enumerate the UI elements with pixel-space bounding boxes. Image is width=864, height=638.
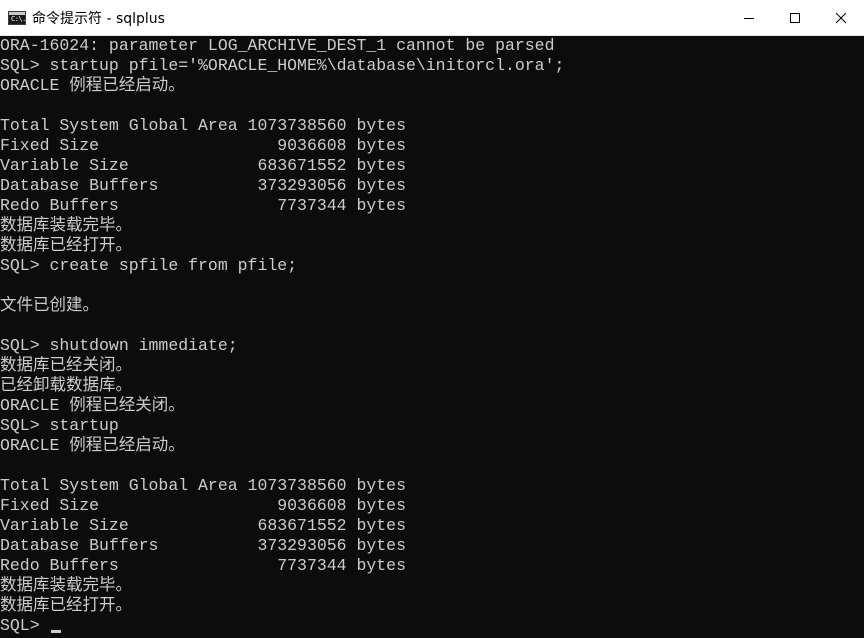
maximize-button[interactable] bbox=[772, 0, 818, 36]
console-line: ORACLE 例程已经启动。 bbox=[0, 76, 185, 95]
maximize-icon bbox=[790, 13, 800, 23]
console-line: ORA-16024: parameter LOG_ARCHIVE_DEST_1 … bbox=[0, 36, 555, 55]
console-line: ORACLE 例程已经启动。 bbox=[0, 436, 185, 455]
close-icon bbox=[835, 12, 847, 24]
text-cursor bbox=[50, 630, 61, 633]
console-prompt: SQL> bbox=[0, 616, 50, 635]
console-window: C:\. 命令提示符 - sqlplus ORA-16024: paramete… bbox=[0, 0, 864, 638]
console-line: Database Buffers 373293056 bytes bbox=[0, 176, 406, 195]
console-line: SQL> shutdown immediate; bbox=[0, 336, 238, 355]
console-output[interactable]: ORA-16024: parameter LOG_ARCHIVE_DEST_1 … bbox=[0, 36, 864, 638]
close-button[interactable] bbox=[818, 0, 864, 36]
console-line: 数据库已经关闭。 bbox=[0, 356, 132, 375]
minimize-icon bbox=[744, 18, 754, 19]
console-line: 数据库装载完毕。 bbox=[0, 216, 132, 235]
command-prompt-icon[interactable]: C:\. bbox=[8, 10, 26, 25]
console-line: 数据库已经打开。 bbox=[0, 596, 132, 615]
console-line: 已经卸载数据库。 bbox=[0, 376, 132, 395]
console-line: Database Buffers 373293056 bytes bbox=[0, 536, 406, 555]
console-line: Fixed Size 9036608 bytes bbox=[0, 136, 406, 155]
console-line: SQL> create spfile from pfile; bbox=[0, 256, 298, 275]
console-line: Total System Global Area 1073738560 byte… bbox=[0, 476, 406, 495]
console-line: Redo Buffers 7737344 bytes bbox=[0, 196, 406, 215]
console-prompt-line[interactable]: SQL> bbox=[0, 616, 864, 636]
console-line: Variable Size 683671552 bytes bbox=[0, 156, 406, 175]
command-prompt-icon-label: C:\. bbox=[11, 14, 26, 23]
window-title: 命令提示符 - sqlplus bbox=[32, 10, 165, 27]
minimize-button[interactable] bbox=[726, 0, 772, 36]
console-line: SQL> startup bbox=[0, 416, 119, 435]
console-line: Variable Size 683671552 bytes bbox=[0, 516, 406, 535]
console-line: Fixed Size 9036608 bytes bbox=[0, 496, 406, 515]
console-line: Redo Buffers 7737344 bytes bbox=[0, 556, 406, 575]
console-line: ORACLE 例程已经关闭。 bbox=[0, 396, 185, 415]
title-bar[interactable]: C:\. 命令提示符 - sqlplus bbox=[0, 0, 864, 36]
window-controls bbox=[726, 0, 864, 36]
console-line: 数据库装载完毕。 bbox=[0, 576, 132, 595]
console-line: 数据库已经打开。 bbox=[0, 236, 132, 255]
console-line: Total System Global Area 1073738560 byte… bbox=[0, 116, 406, 135]
console-line: SQL> startup pfile='%ORACLE_HOME%\databa… bbox=[0, 56, 565, 75]
console-line: 文件已创建。 bbox=[0, 296, 99, 315]
